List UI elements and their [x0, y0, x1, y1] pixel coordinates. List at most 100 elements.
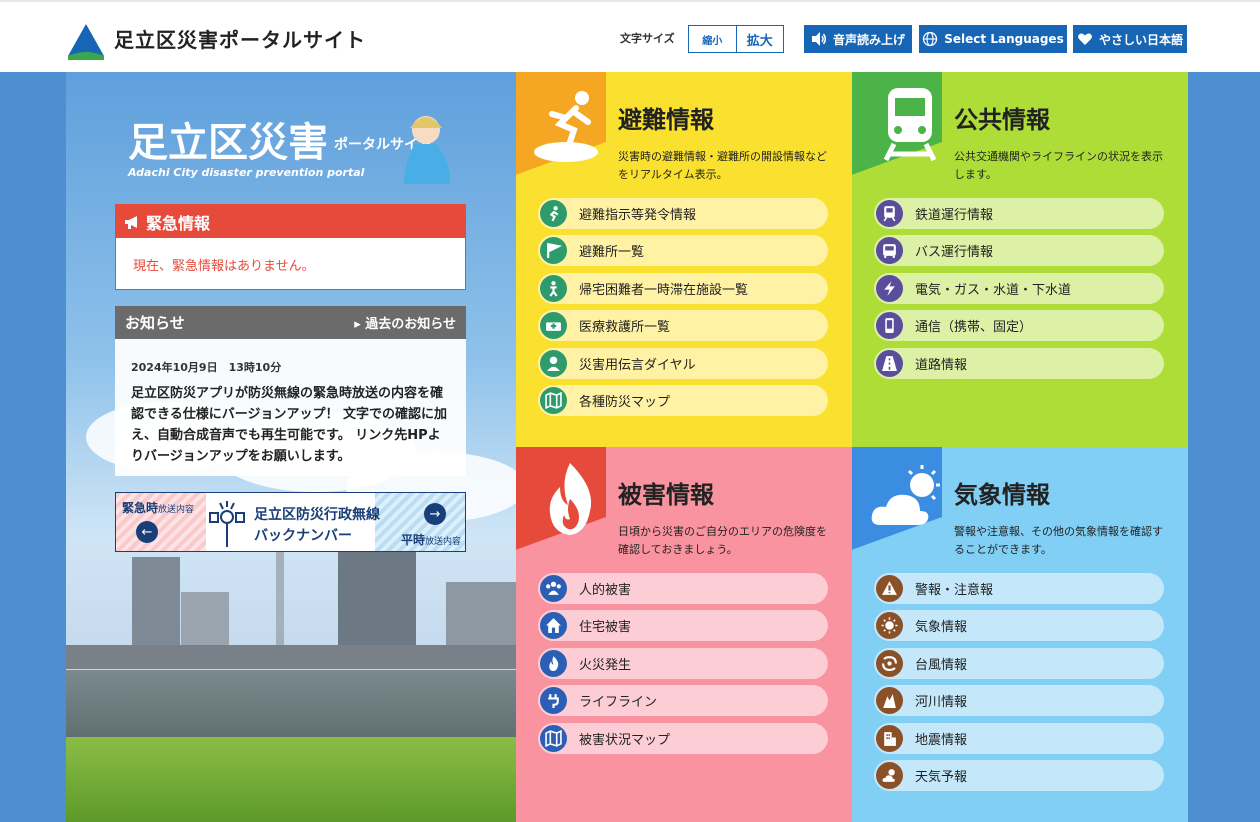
site-header: 足立区災害ポータルサイト 文字サイズ 縮小 拡大 音声読み上げ Select L… [0, 0, 1260, 72]
emergency-title: 緊急情報 [146, 213, 211, 233]
building-shape [446, 582, 516, 652]
left-column: 足立区災害 ポータルサイト Adachi City disaster preve… [66, 72, 516, 822]
train-icon [876, 200, 903, 227]
people-icon [540, 575, 567, 602]
public-item-telecom[interactable]: 通信（携帯、固定） [874, 310, 1164, 342]
person-icon [540, 274, 567, 302]
evacuation-item-label: 災害用伝言ダイヤル [579, 357, 696, 373]
bridge-shape [66, 645, 516, 669]
damage-item-map[interactable]: 被害状況マップ [538, 722, 828, 754]
damage-item-label: ライフライン [579, 695, 658, 711]
read-aloud-button[interactable]: 音声読み上げ [804, 25, 912, 53]
damage-item-label: 被害状況マップ [579, 732, 671, 748]
sky-tree-shape [276, 542, 284, 652]
train-icon [883, 88, 937, 162]
river-icon [876, 687, 903, 715]
evacuation-item-stranded[interactable]: 帰宅困難者一時滞在施設一覧 [538, 272, 828, 304]
easy-japanese-button[interactable]: やさしい日本語 [1073, 25, 1187, 53]
public-item-label: 道路情報 [915, 357, 968, 373]
public-title[interactable]: 公共情報 [954, 100, 1050, 135]
past-news-link[interactable]: ▸ 過去のお知らせ [354, 313, 456, 332]
damage-item-casualties[interactable]: 人的被害 [538, 573, 828, 604]
news-title: お知らせ [125, 314, 185, 332]
damage-item-fire[interactable]: 火災発生 [538, 647, 828, 679]
map-icon [540, 386, 567, 414]
weather-item-meteorology[interactable]: 気象情報 [874, 610, 1164, 642]
damage-title[interactable]: 被害情報 [618, 475, 714, 510]
public-item-label: 通信（携帯、固定） [915, 320, 1033, 336]
public-item-label: 鉄道運行情報 [915, 208, 994, 223]
portal-logo-icon: 足立区災害 ポータルサイト Adachi City disaster preve… [127, 116, 451, 184]
news-body[interactable]: 足立区防災アプリが防災無線の緊急時放送の内容を確認できる仕様にバージョンアップ！… [115, 375, 466, 467]
evacuation-item-label: 避難指示等発令情報 [579, 208, 697, 223]
weather-item-label: 河川情報 [915, 695, 968, 711]
speaker-icon [811, 32, 826, 46]
globe-icon [923, 31, 938, 47]
warning-icon [876, 575, 903, 602]
font-large-button[interactable]: 拡大 [737, 26, 784, 52]
public-item-label: バス運行情報 [915, 245, 994, 261]
weather-item-label: 警報・注意報 [915, 583, 994, 598]
public-item-roads[interactable]: 道路情報 [874, 347, 1164, 379]
heart-icon [1078, 33, 1092, 45]
sun-cloud-icon [871, 465, 940, 525]
evacuation-item-medical[interactable]: 医療救護所一覧 [538, 310, 828, 342]
building-shape [181, 592, 229, 652]
select-languages-button[interactable]: Select Languages [919, 25, 1067, 53]
public-item-label: 電気・ガス・水道・下水道 [915, 282, 1072, 298]
damage-item-housing[interactable]: 住宅被害 [538, 610, 828, 642]
evacuation-item-shelters[interactable]: 避難所一覧 [538, 235, 828, 267]
weather-item-forecast[interactable]: 天気予報 [874, 759, 1164, 791]
flag-icon [540, 237, 567, 265]
arrow-right-icon: → [424, 503, 446, 525]
loudspeaker-icon [209, 501, 245, 547]
weather-item-label: 地震情報 [915, 732, 968, 748]
damage-item-lifeline[interactable]: ライフライン [538, 685, 828, 717]
public-item-bus[interactable]: バス運行情報 [874, 235, 1164, 267]
evacuation-list: 避難指示等発令情報 避難所一覧 帰宅困難者一時滞在施設一覧 医療救護所一覧 災害… [538, 198, 828, 422]
site-title[interactable]: 足立区災害ポータルサイト [114, 24, 366, 53]
evacuation-item-dial[interactable]: 災害用伝言ダイヤル [538, 347, 828, 379]
weather-panel: 気象情報 警報や注意報、その他の気象情報を確認することができます。 警報・注意報… [852, 447, 1188, 822]
flame-icon [549, 463, 592, 535]
bus-icon [876, 237, 903, 265]
weather-icon [876, 761, 903, 789]
damage-item-label: 住宅被害 [579, 620, 632, 636]
evacuation-item-label: 帰宅困難者一時滞在施設一覧 [579, 282, 749, 298]
evacuation-item-label: 避難所一覧 [579, 245, 645, 261]
evacuation-item-orders[interactable]: 避難指示等発令情報 [538, 198, 828, 229]
building-shape [132, 557, 180, 652]
weather-title[interactable]: 気象情報 [954, 475, 1050, 510]
read-aloud-label: 音声読み上げ [832, 32, 905, 47]
weather-item-earthquake[interactable]: 地震情報 [874, 722, 1164, 754]
news-box: お知らせ ▸ 過去のお知らせ 2024年10月9日 13時10分 足立区防災アプ… [115, 306, 466, 476]
arrow-left-icon: ← [136, 521, 158, 543]
road-icon [876, 349, 903, 377]
weather-item-typhoon[interactable]: 台風情報 [874, 647, 1164, 679]
weather-desc: 警報や注意報、その他の気象情報を確認することができます。 [954, 525, 1163, 556]
building-icon [876, 724, 903, 752]
lightning-icon [876, 274, 903, 302]
damage-desc: 日頃から災害のご自分のエリアの危険度を確認しておきましょう。 [618, 525, 827, 556]
weather-item-river[interactable]: 河川情報 [874, 685, 1164, 717]
font-size-label: 文字サイズ [620, 32, 675, 45]
evacuation-title[interactable]: 避難情報 [618, 100, 714, 135]
public-list: 鉄道運行情報 バス運行情報 電気・ガス・水道・下水道 通信（携帯、固定） 道路情… [874, 198, 1164, 385]
damage-list: 人的被害 住宅被害 火災発生 ライフライン 被害状況マップ [538, 573, 828, 760]
portal-logo-main: 足立区災害 [128, 120, 328, 166]
site-logo-icon[interactable] [66, 22, 106, 62]
weather-item-warnings[interactable]: 警報・注意報 [874, 573, 1164, 604]
evacuation-panel: 避難情報 災害時の避難情報・避難所の開設情報などをリアルタイム表示。 避難指示等… [516, 72, 852, 447]
evacuation-item-maps[interactable]: 各種防災マップ [538, 384, 828, 416]
public-desc: 公共交通機関やライフラインの状況を表示します。 [954, 150, 1163, 181]
public-item-utilities[interactable]: 電気・ガス・水道・下水道 [874, 272, 1164, 304]
runner-icon [540, 200, 567, 227]
broadcast-backnumber-banner[interactable]: 緊急時放送内容 ← 足立区防災行政無線 バックナンバー → 平時放送内容 [115, 492, 466, 552]
public-panel: 公共情報 公共交通機関やライフラインの状況を表示します。 鉄道運行情報 バス運行… [852, 72, 1188, 447]
easy-japanese-label: やさしい日本語 [1098, 32, 1183, 47]
font-small-button[interactable]: 縮小 [689, 26, 737, 52]
ambulance-icon [540, 312, 567, 340]
public-item-rail[interactable]: 鉄道運行情報 [874, 198, 1164, 229]
font-size-control: 縮小 拡大 [688, 25, 784, 53]
phone-icon [876, 312, 903, 340]
